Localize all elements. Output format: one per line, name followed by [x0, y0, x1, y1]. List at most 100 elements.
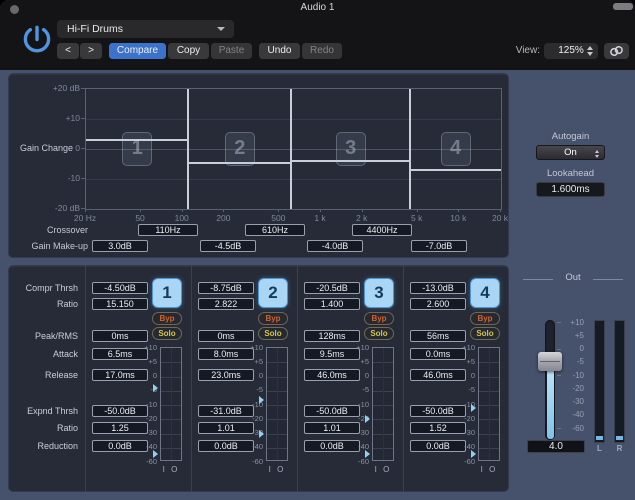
- output-gain-field[interactable]: 4.0: [527, 440, 585, 453]
- output-scale-label: +5: [536, 331, 584, 340]
- solo-button[interactable]: Solo: [364, 327, 394, 340]
- paste-button[interactable]: Paste: [211, 43, 252, 59]
- threshold-marker[interactable]: [365, 415, 370, 423]
- meter-scale-label: +5: [336, 357, 369, 366]
- autogain-stepper-icon: [595, 150, 599, 158]
- param-label: Ratio: [8, 298, 78, 310]
- grid-line: [86, 119, 501, 120]
- fader-tick: [557, 322, 561, 323]
- plugin-window: Audio 1 Hi-Fi Drums < > Compare Copy Pas…: [0, 0, 635, 500]
- frequency-tick-label: 1 k: [314, 213, 325, 223]
- meter-scale-label: +10: [124, 343, 157, 352]
- meter-scale-label: -5: [442, 385, 475, 394]
- peak-rms-field[interactable]: 128ms: [304, 330, 360, 342]
- link-button[interactable]: [604, 43, 629, 59]
- gain-change-label: Gain Change: [0, 143, 73, 153]
- threshold-marker[interactable]: [153, 384, 158, 392]
- compr-thrsh-field[interactable]: -8.75dB: [198, 282, 254, 294]
- peak-rms-field[interactable]: 56ms: [410, 330, 466, 342]
- compr-ratio-field[interactable]: 2.822: [198, 298, 254, 310]
- crossover-line[interactable]: [187, 89, 189, 209]
- redo-button[interactable]: Redo: [302, 43, 342, 59]
- fader-tick: [557, 349, 561, 350]
- meter-scale-label: 0: [442, 371, 475, 380]
- bypass-button[interactable]: Byp: [258, 312, 288, 325]
- band-select-button[interactable]: 3: [364, 278, 394, 308]
- param-label: Attack: [8, 348, 78, 360]
- compr-thrsh-field[interactable]: -20.5dB: [304, 282, 360, 294]
- power-button[interactable]: [18, 22, 56, 58]
- bypass-button[interactable]: Byp: [470, 312, 500, 325]
- axis-tick: [500, 209, 501, 212]
- compr-ratio-field[interactable]: 1.400: [304, 298, 360, 310]
- autogain-menu[interactable]: On: [536, 145, 605, 160]
- compr-ratio-field[interactable]: 15.150: [92, 298, 148, 310]
- gain-makeup-field[interactable]: -4.5dB: [200, 240, 256, 252]
- compr-thrsh-field[interactable]: -13.0dB: [410, 282, 466, 294]
- peak-rms-field[interactable]: 0ms: [92, 330, 148, 342]
- lookahead-field[interactable]: 1.600ms: [536, 182, 605, 197]
- crossover-freq-field[interactable]: 110Hz: [138, 224, 198, 236]
- band-region-chip[interactable]: 1: [122, 132, 152, 166]
- solo-button[interactable]: Solo: [152, 327, 182, 340]
- gain-makeup-field[interactable]: -4.0dB: [307, 240, 363, 252]
- prev-preset-button[interactable]: <: [57, 43, 79, 59]
- solo-button[interactable]: Solo: [470, 327, 500, 340]
- next-preset-button[interactable]: >: [80, 43, 102, 59]
- band-column-4: -13.0dB2.60056ms0.0ms46.0ms-50.0dB1.520.…: [403, 265, 509, 492]
- io-label: I O: [372, 465, 394, 474]
- io-label: I O: [478, 465, 500, 474]
- threshold-marker[interactable]: [153, 450, 158, 458]
- band-region-chip[interactable]: 2: [225, 132, 255, 166]
- frequency-tick-label: 20 Hz: [74, 213, 96, 223]
- gain-tick-label: -10: [0, 173, 80, 183]
- band-region-chip[interactable]: 3: [336, 132, 366, 166]
- meter-scale-label: +10: [336, 343, 369, 352]
- compr-ratio-field[interactable]: 2.600: [410, 298, 466, 310]
- threshold-marker[interactable]: [365, 450, 370, 458]
- view-stepper[interactable]: [587, 46, 593, 56]
- gain-change-graph[interactable]: 1 2 3 4: [85, 88, 502, 210]
- fader-tick: [557, 375, 561, 376]
- io-label: I O: [266, 465, 288, 474]
- band-meter: [266, 347, 288, 461]
- band-select-button[interactable]: 4: [470, 278, 500, 308]
- copy-button[interactable]: Copy: [168, 43, 209, 59]
- band-column-1: -4.50dB15.1500ms6.5ms17.0ms-50.0dB1.250.…: [85, 265, 191, 492]
- meter-scale-label: -20: [124, 414, 157, 423]
- crossover-freq-field[interactable]: 610Hz: [245, 224, 305, 236]
- threshold-marker[interactable]: [471, 450, 476, 458]
- band-region-chip[interactable]: 4: [441, 132, 471, 166]
- gain-makeup-field[interactable]: 3.0dB: [92, 240, 148, 252]
- gain-makeup-field[interactable]: -7.0dB: [411, 240, 467, 252]
- band-select-button[interactable]: 2: [258, 278, 288, 308]
- window-title: Audio 1: [0, 2, 635, 13]
- bypass-button[interactable]: Byp: [364, 312, 394, 325]
- frequency-tick-label: 500: [271, 213, 285, 223]
- threshold-marker[interactable]: [259, 396, 264, 404]
- crossover-line[interactable]: [409, 89, 411, 209]
- meter-level: [596, 436, 603, 440]
- band-gain-line[interactable]: [410, 169, 501, 171]
- compr-thrsh-field[interactable]: -4.50dB: [92, 282, 148, 294]
- threshold-marker[interactable]: [471, 404, 476, 412]
- band-meter: [160, 347, 182, 461]
- band-select-button[interactable]: 1: [152, 278, 182, 308]
- param-label: Expnd Thrsh: [8, 405, 78, 417]
- meter-scale-label: -20: [442, 414, 475, 423]
- threshold-marker[interactable]: [259, 430, 264, 438]
- peak-rms-field[interactable]: 0ms: [198, 330, 254, 342]
- undo-button[interactable]: Undo: [259, 43, 300, 59]
- bypass-button[interactable]: Byp: [152, 312, 182, 325]
- solo-button[interactable]: Solo: [258, 327, 288, 340]
- crossover-line[interactable]: [290, 89, 292, 209]
- param-label: Release: [8, 369, 78, 381]
- preset-menu[interactable]: Hi-Fi Drums: [57, 20, 234, 38]
- compare-button[interactable]: Compare: [109, 43, 166, 59]
- right-channel-label: R: [614, 444, 625, 453]
- grid-line: [86, 179, 501, 180]
- view-label: View:: [500, 45, 540, 56]
- view-zoom-field[interactable]: 125%: [544, 43, 598, 59]
- axis-tick: [458, 209, 459, 212]
- crossover-freq-field[interactable]: 4400Hz: [352, 224, 412, 236]
